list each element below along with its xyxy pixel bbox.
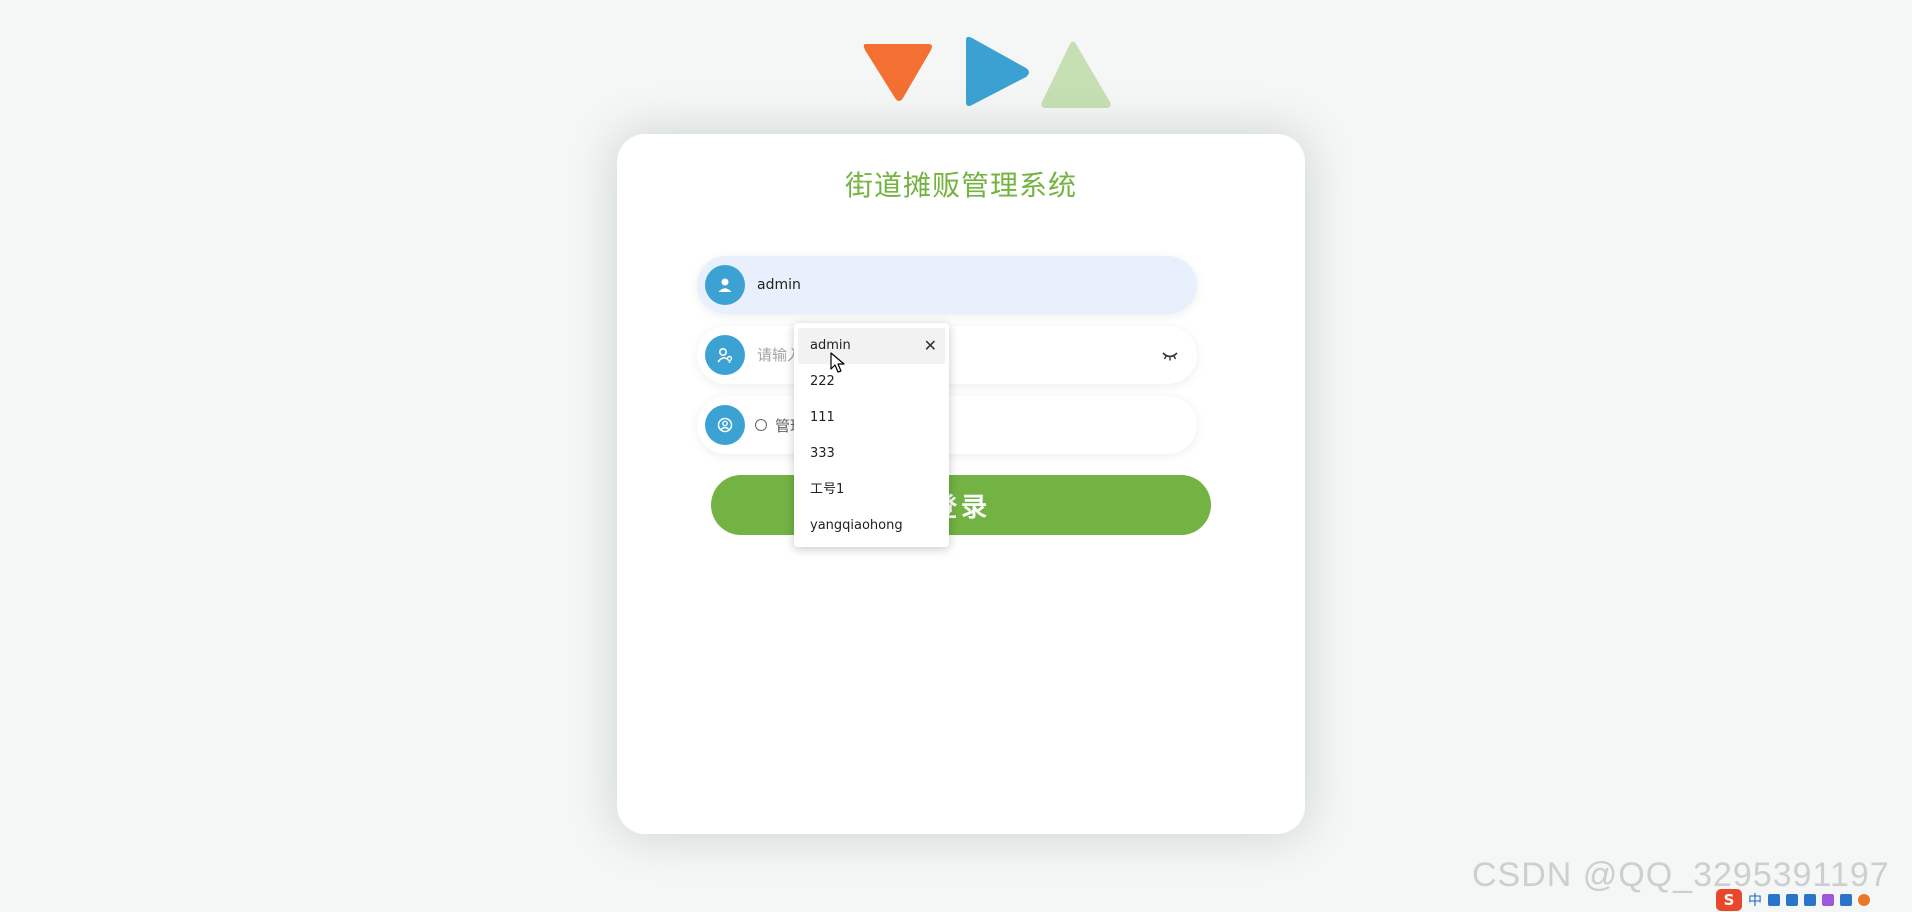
page-title: 街道摊贩管理系统 [844,169,1077,202]
autocomplete-item[interactable]: 工号1 [798,472,945,508]
login-button[interactable]: 登录 [711,475,1211,535]
settings-icon[interactable] [1858,894,1870,906]
radio-circle[interactable] [755,419,767,431]
mouse-cursor-icon [830,352,845,373]
autocomplete-item[interactable]: yangqiaohong [798,508,945,544]
autocomplete-item[interactable]: 111 [798,400,945,436]
autocomplete-dropdown: admin ✕ 222 111 333 工号1 yangqiaohong [794,323,949,547]
user-icon [705,265,745,305]
autocomplete-item-label: admin [810,338,851,353]
user-circle-icon [705,405,745,445]
login-card: 街道摊贩管理系统 admin 请输入密码 管理员 员 [617,134,1305,834]
autocomplete-item[interactable]: admin ✕ [798,328,945,364]
close-icon[interactable]: ✕ [924,328,937,364]
eye-closed-icon[interactable] [1161,348,1179,362]
keyboard-icon[interactable] [1804,894,1816,906]
ime-mode-indicator[interactable]: 中 [1748,890,1762,910]
system-tray: S 中 [1716,888,1912,912]
microphone-icon[interactable] [1786,894,1798,906]
autocomplete-item[interactable]: 333 [798,436,945,472]
toolbox-icon[interactable] [1840,894,1852,906]
username-field[interactable]: admin [697,256,1197,314]
punctuation-icon[interactable] [1768,894,1780,906]
autocomplete-item[interactable]: 222 [798,364,945,400]
user-key-icon [705,335,745,375]
triangles-logo-icon [863,36,1111,108]
username-input[interactable]: admin [757,256,801,314]
skin-icon[interactable] [1822,894,1834,906]
sogou-ime-icon[interactable]: S [1716,889,1742,911]
